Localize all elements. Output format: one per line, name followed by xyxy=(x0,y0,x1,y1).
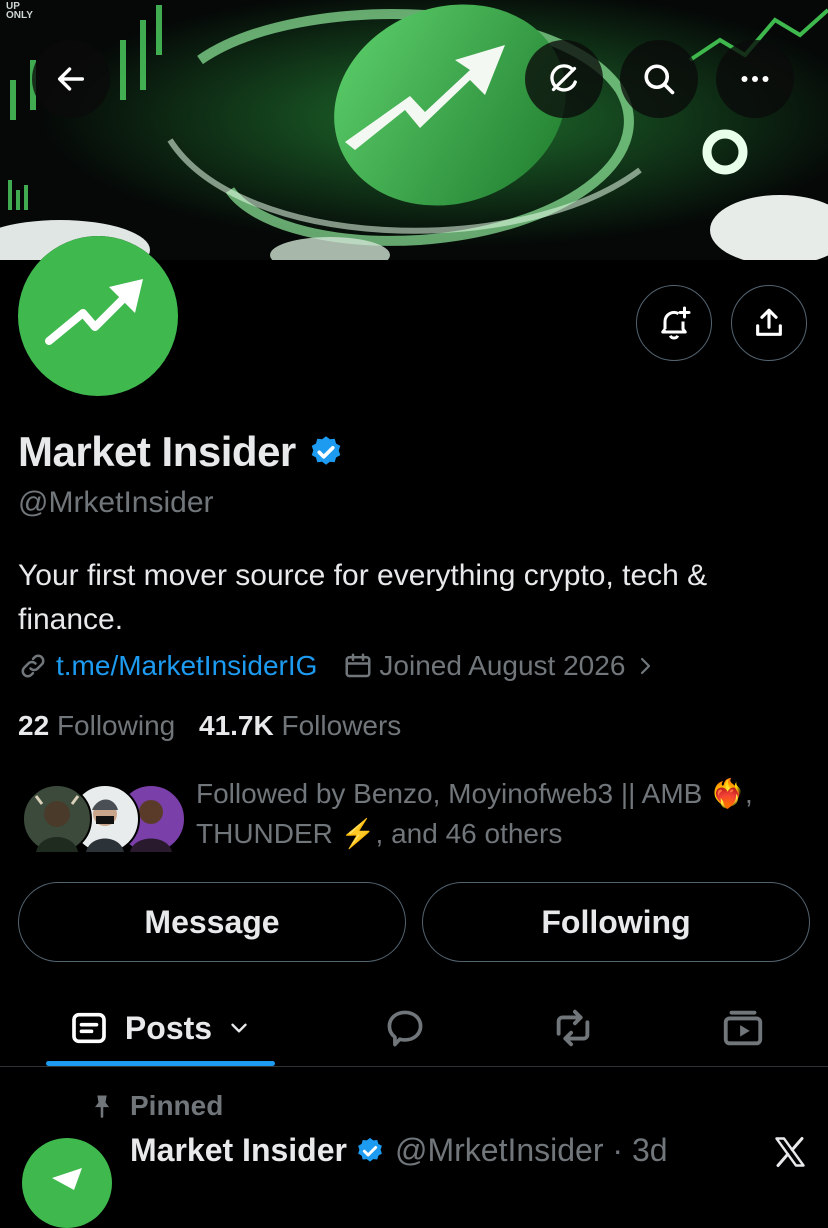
grok-button[interactable] xyxy=(525,40,603,118)
tab-posts[interactable]: Posts xyxy=(46,990,275,1066)
profile-name-row: Market Insider xyxy=(18,428,344,476)
profile-tabs: Posts xyxy=(0,990,828,1067)
back-button[interactable] xyxy=(32,40,110,118)
chevron-down-icon xyxy=(231,1023,247,1033)
more-icon xyxy=(741,76,769,82)
followed-by-line-1: Followed by Benzo, Moyinofweb3 || AMB ❤️… xyxy=(196,778,753,809)
profile-name: Market Insider xyxy=(18,428,296,475)
followed-by-line-2: THUNDER ⚡, and 46 others xyxy=(196,818,563,849)
following-count: 22 xyxy=(18,710,50,741)
profile-banner[interactable]: UP ONLY xyxy=(0,0,828,260)
active-tab-indicator xyxy=(46,1061,275,1066)
follow-counts: 22 Following 41.7K Followers xyxy=(18,710,401,742)
post-header: Market Insider @MrketInsider · 3d xyxy=(130,1132,668,1169)
banner-corner-text-bottom: ONLY xyxy=(6,10,33,21)
search-icon xyxy=(644,64,675,95)
pinned-label: Pinned xyxy=(130,1090,224,1121)
share-button[interactable] xyxy=(731,285,807,361)
tab-posts-label: Posts xyxy=(124,1009,213,1046)
tab-media[interactable] xyxy=(708,990,778,1066)
post-author-avatar[interactable] xyxy=(22,1138,112,1228)
arrow-left-icon xyxy=(57,67,85,91)
post-author-name[interactable]: Market Insider xyxy=(130,1132,347,1169)
profile-meta: t.me/MarketInsiderIG Joined August 2026 xyxy=(18,650,657,682)
notifications-button[interactable] xyxy=(636,285,712,361)
reply-icon xyxy=(387,1010,423,1047)
following-label: Following xyxy=(56,710,176,741)
profile-avatar[interactable] xyxy=(18,236,178,396)
share-icon xyxy=(756,308,782,336)
search-button[interactable] xyxy=(620,40,698,118)
posts-icon xyxy=(72,1012,106,1044)
tab-reposts[interactable] xyxy=(538,990,608,1066)
verified-badge-icon xyxy=(358,1137,382,1162)
mutual-followers-avatars[interactable] xyxy=(22,784,186,854)
profile-joined: Joined August 2026 xyxy=(379,650,626,681)
followers-label: Followers xyxy=(281,710,402,741)
verified-badge-icon[interactable] xyxy=(308,434,344,470)
profile-bio: Your first mover source for everything c… xyxy=(18,559,708,636)
pinned-label-row: Pinned xyxy=(88,1090,223,1122)
trend-arrow-icon xyxy=(45,279,143,345)
following-link[interactable]: 22 Following xyxy=(18,710,175,741)
video-icon xyxy=(723,1010,763,1046)
profile-handle: @MrketInsider xyxy=(18,486,214,519)
calendar-icon xyxy=(345,653,371,678)
following-button[interactable]: Following xyxy=(422,882,810,962)
followers-count: 41.7K xyxy=(199,710,274,741)
more-button[interactable] xyxy=(716,40,794,118)
post-handle-time: @MrketInsider · 3d xyxy=(394,1132,668,1168)
x-logo-icon[interactable] xyxy=(772,1134,808,1170)
chevron-right-icon[interactable] xyxy=(633,654,657,678)
avatar xyxy=(22,784,92,854)
repost-icon xyxy=(556,1009,590,1047)
link-icon xyxy=(21,654,45,678)
followed-by-text[interactable]: Followed by Benzo, Moyinofweb3 || AMB ❤️… xyxy=(196,774,796,854)
trend-arrow-icon xyxy=(52,1168,82,1190)
tab-replies[interactable] xyxy=(370,990,440,1066)
banner-artwork: UP ONLY xyxy=(0,0,828,260)
followers-link[interactable]: 41.7K Followers xyxy=(199,710,401,741)
profile-link[interactable]: t.me/MarketInsiderIG xyxy=(56,650,317,682)
bell-plus-icon xyxy=(661,306,691,340)
grok-icon xyxy=(550,64,577,92)
message-button[interactable]: Message xyxy=(18,882,406,962)
pin-icon xyxy=(95,1095,109,1118)
